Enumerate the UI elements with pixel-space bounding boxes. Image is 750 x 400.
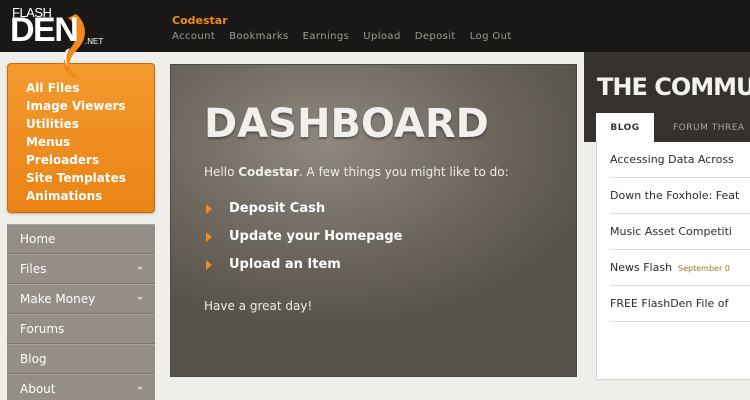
sidebar-item-about[interactable]: About — [7, 374, 155, 400]
post-title: FREE FlashDen File of — [610, 297, 729, 310]
sidebar-item-label: About — [20, 382, 56, 396]
orange-triangle-bullet-icon — [206, 203, 212, 214]
orange-triangle-bullet-icon — [206, 231, 212, 242]
post-title: Down the Foxhole: Feat — [610, 189, 740, 202]
chevron-down-icon — [137, 267, 143, 270]
tab-forum-threads[interactable]: FORUM THREA — [673, 113, 745, 142]
greeting-username: Codestar — [238, 165, 299, 179]
sidebar-item-label: Forums — [20, 322, 65, 336]
account-nav: Account Bookmarks Earnings Upload Deposi… — [172, 31, 512, 42]
community-panel: THE COMMU BLOG FORUM THREA Accessing Dat… — [584, 52, 750, 400]
deposit-cash-link[interactable]: Deposit Cash — [206, 201, 325, 216]
update-homepage-link[interactable]: Update your Homepage — [206, 229, 402, 244]
greeting-text: Hello Codestar. A few things you might l… — [204, 165, 509, 179]
nav-logout[interactable]: Log Out — [470, 31, 512, 42]
flashden-logo[interactable]: FLASH DEN .NET — [10, 2, 110, 80]
action-label: Update your Homepage — [229, 229, 403, 244]
sidebar-item-forums[interactable]: Forums — [7, 314, 155, 344]
main-nav: Home Files Make Money Forums Blog About — [7, 224, 155, 400]
top-bar: FLASH DEN .NET Codestar Account Bookmark… — [0, 0, 750, 79]
category-preloaders[interactable]: Preloaders — [26, 151, 154, 169]
community-header: THE COMMU BLOG FORUM THREA — [584, 52, 750, 142]
dashboard-panel: DASHBOARD Hello Codestar. A few things y… — [170, 64, 577, 377]
nav-deposit[interactable]: Deposit — [415, 31, 456, 42]
list-item[interactable]: News Flash September 0 — [610, 250, 750, 286]
logo-den-text: DEN — [10, 11, 79, 49]
orange-triangle-bullet-icon — [206, 259, 212, 270]
nav-account[interactable]: Account — [172, 31, 215, 42]
sidebar-item-blog[interactable]: Blog — [7, 344, 155, 374]
category-animations[interactable]: Animations — [26, 187, 154, 205]
nav-bookmarks[interactable]: Bookmarks — [229, 31, 288, 42]
category-utilities[interactable]: Utilities — [26, 115, 154, 133]
sidebar-item-label: Home — [20, 232, 56, 246]
community-title: THE COMMU — [597, 73, 750, 101]
post-title: News Flash — [610, 261, 673, 274]
tab-blog[interactable]: BLOG — [596, 113, 654, 142]
upload-item-link[interactable]: Upload an Item — [206, 257, 341, 272]
category-all-files[interactable]: All Files — [26, 79, 154, 97]
post-date: September 0 — [678, 264, 730, 273]
category-image-viewers[interactable]: Image Viewers — [26, 97, 154, 115]
sidebar-item-label: Files — [20, 262, 47, 276]
action-label: Upload an Item — [229, 257, 341, 272]
username-link[interactable]: Codestar — [172, 14, 228, 27]
file-categories-box: All Files Image Viewers Utilities Menus … — [7, 63, 155, 213]
list-item[interactable]: Down the Foxhole: Feat — [610, 178, 750, 214]
greeting-suffix: . A few things you might like to do: — [298, 165, 509, 179]
nav-earnings[interactable]: Earnings — [303, 31, 350, 42]
blog-post-list: Accessing Data Across Down the Foxhole: … — [596, 142, 750, 380]
page-title: DASHBOARD — [204, 101, 489, 147]
sidebar-item-label: Make Money — [20, 292, 96, 306]
list-item[interactable]: FREE FlashDen File of — [610, 286, 750, 322]
sidebar-item-home[interactable]: Home — [7, 224, 155, 254]
list-item[interactable]: Music Asset Competiti — [610, 214, 750, 250]
list-item[interactable]: Accessing Data Across — [610, 142, 750, 178]
chevron-down-icon — [137, 387, 143, 390]
greeting-prefix: Hello — [204, 165, 239, 179]
closing-text: Have a great day! — [204, 299, 313, 313]
sidebar-item-files[interactable]: Files — [7, 254, 155, 284]
chevron-down-icon — [137, 297, 143, 300]
sidebar-item-label: Blog — [20, 352, 47, 366]
category-menus[interactable]: Menus — [26, 133, 154, 151]
nav-upload[interactable]: Upload — [363, 31, 400, 42]
logo-net-text: .NET — [85, 37, 104, 46]
post-title: Accessing Data Across — [610, 153, 734, 166]
post-title: Music Asset Competiti — [610, 225, 732, 238]
sidebar-item-make-money[interactable]: Make Money — [7, 284, 155, 314]
action-label: Deposit Cash — [229, 201, 326, 216]
category-site-templates[interactable]: Site Templates — [26, 169, 154, 187]
